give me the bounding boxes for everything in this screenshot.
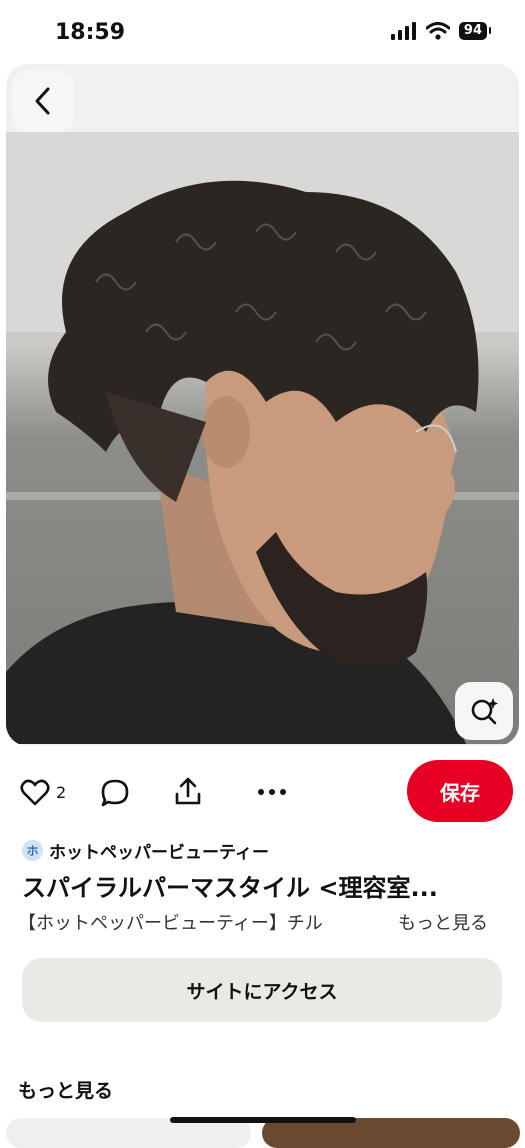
visual-search-button[interactable]	[455, 682, 513, 740]
source-name: ホットペッパービューティー	[49, 843, 269, 863]
share-icon	[175, 777, 201, 805]
visual-search-icon	[471, 698, 498, 725]
like-count: 2	[56, 782, 67, 802]
pin-description: 【ホットペッパービューティー】チル	[18, 913, 323, 934]
chevron-left-icon	[35, 87, 50, 115]
pin-photo[interactable]	[6, 132, 519, 744]
source-avatar: ホ	[22, 840, 43, 861]
like-button[interactable]: 2	[20, 778, 66, 806]
share-button[interactable]	[173, 777, 203, 807]
more-section-heading: もっと見る	[18, 1080, 114, 1102]
comment-icon	[101, 779, 129, 807]
wifi-icon	[425, 22, 450, 40]
pin-title: スパイラルパーマスタイル <理容室...	[22, 874, 438, 902]
status-icons: 94	[390, 22, 492, 40]
more-options-button[interactable]	[257, 788, 287, 796]
status-bar: 18:59 94	[0, 0, 525, 64]
heart-icon	[20, 779, 50, 806]
home-indicator	[170, 1117, 356, 1123]
description-row: 【ホットペッパービューティー】チル もっと見る	[18, 908, 508, 936]
signal-icon	[390, 22, 416, 40]
visit-site-button[interactable]: サイトにアクセス	[22, 958, 502, 1022]
pin-action-row: 2 保存	[0, 756, 525, 826]
save-button[interactable]: 保存	[407, 760, 513, 822]
back-button[interactable]	[12, 70, 74, 132]
pin-image-card	[6, 64, 519, 746]
source-row[interactable]: ホ ホットペッパービューティー	[22, 838, 269, 863]
more-icon	[258, 789, 286, 795]
comment-button[interactable]	[100, 778, 130, 808]
battery-indicator: 94	[458, 22, 492, 40]
show-more-link[interactable]: もっと見る	[398, 909, 488, 935]
status-time: 18:59	[55, 20, 126, 45]
